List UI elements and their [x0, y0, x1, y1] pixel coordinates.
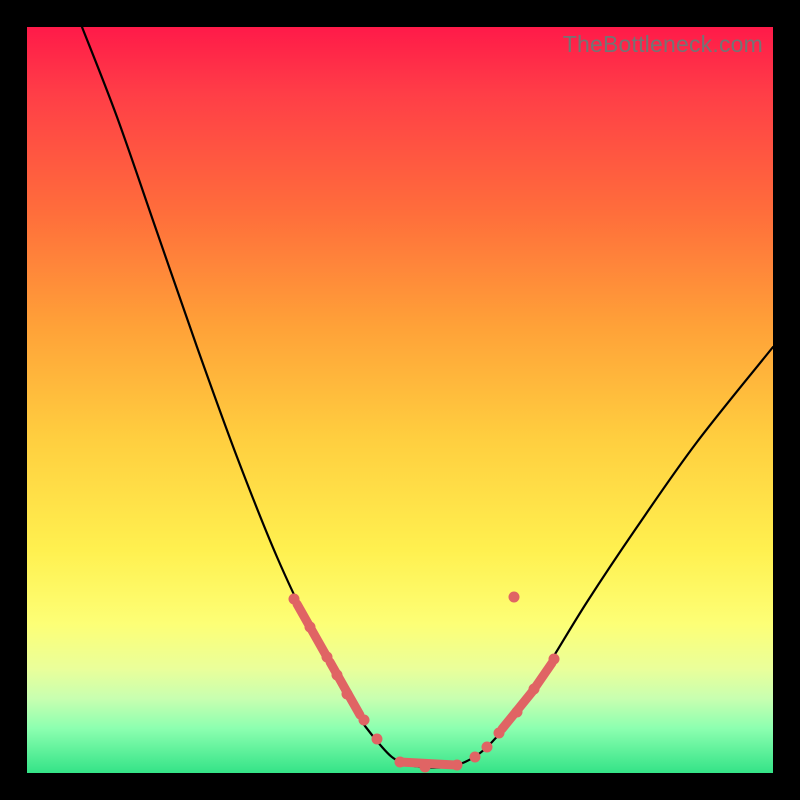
highlight-dot — [470, 752, 481, 763]
chart-frame: TheBottleneck.com — [0, 0, 800, 800]
highlight-dot — [512, 707, 523, 718]
highlight-dot — [322, 652, 333, 663]
highlight-dot — [289, 594, 300, 605]
highlight-dot — [509, 592, 520, 603]
bottleneck-curve — [82, 27, 773, 768]
highlight-dot — [482, 742, 493, 753]
highlight-layer — [289, 592, 560, 773]
highlight-dot — [395, 757, 406, 768]
highlight-dot — [372, 734, 383, 745]
highlight-dot — [549, 654, 560, 665]
highlight-dot — [342, 689, 353, 700]
chart-svg — [27, 27, 773, 773]
highlight-dot — [359, 715, 370, 726]
highlight-segment — [330, 662, 360, 715]
chart-plot-area: TheBottleneck.com — [27, 27, 773, 773]
highlight-dot — [305, 622, 316, 633]
highlight-dot — [452, 760, 463, 771]
highlight-dot — [529, 684, 540, 695]
highlight-dot — [332, 670, 343, 681]
highlight-dot — [420, 762, 431, 773]
curve-layer — [82, 27, 773, 768]
highlight-dot — [494, 728, 505, 739]
